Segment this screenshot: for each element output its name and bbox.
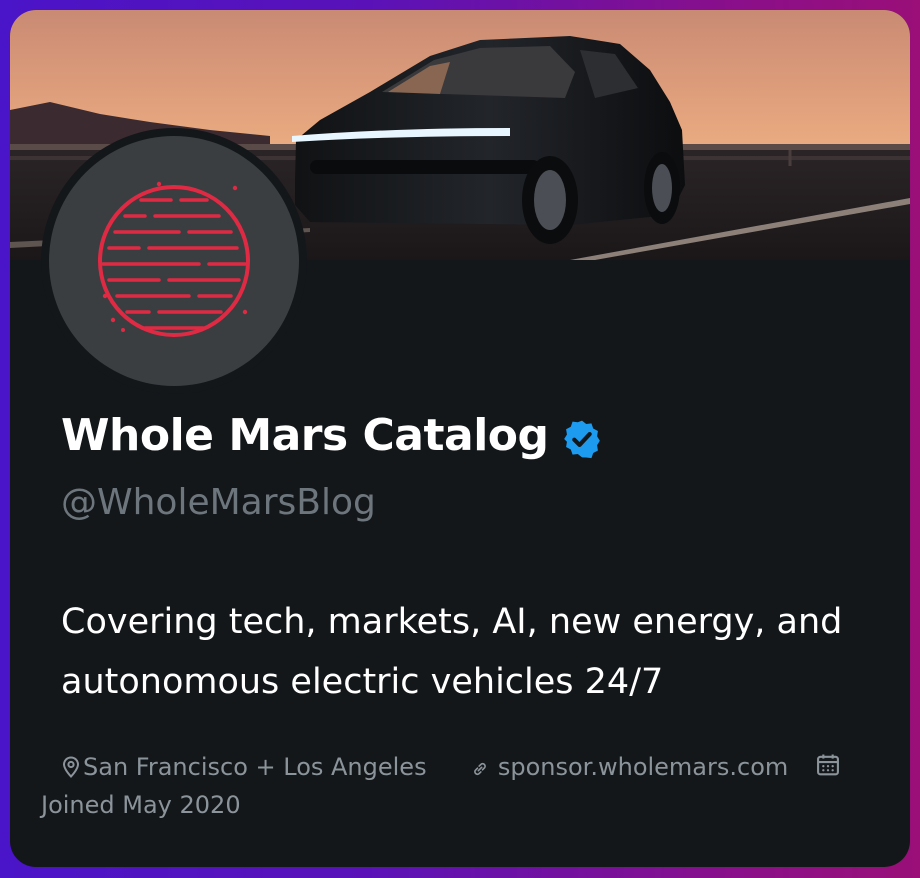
calendar-icon: [816, 754, 839, 776]
location-text: San Francisco + Los Angeles: [83, 753, 427, 781]
username-handle: @WholeMarsBlog: [61, 482, 376, 523]
location-pin-icon: [62, 756, 80, 778]
website-link[interactable]: sponsor.wholemars.com: [498, 753, 788, 781]
website-item[interactable]: sponsor.wholemars.com: [470, 753, 788, 781]
profile-meta: San Francisco + Los Angeles sponsor.whol…: [41, 748, 891, 824]
display-name: Whole Mars Catalog: [61, 410, 549, 461]
avatar-logo: [49, 136, 299, 386]
name-row: Whole Mars Catalog: [61, 410, 603, 461]
avatar[interactable]: [41, 128, 307, 394]
verified-badge-icon[interactable]: [561, 418, 603, 460]
profile-card: Whole Mars Catalog @WholeMarsBlog Coveri…: [10, 10, 910, 867]
link-icon: [474, 762, 487, 776]
profile-bio: Covering tech, markets, AI, new energy, …: [61, 602, 843, 702]
location-item: San Francisco + Los Angeles: [41, 753, 427, 781]
joined-date: Joined May 2020: [41, 791, 241, 819]
striped-planet-logo-icon: [98, 181, 250, 337]
